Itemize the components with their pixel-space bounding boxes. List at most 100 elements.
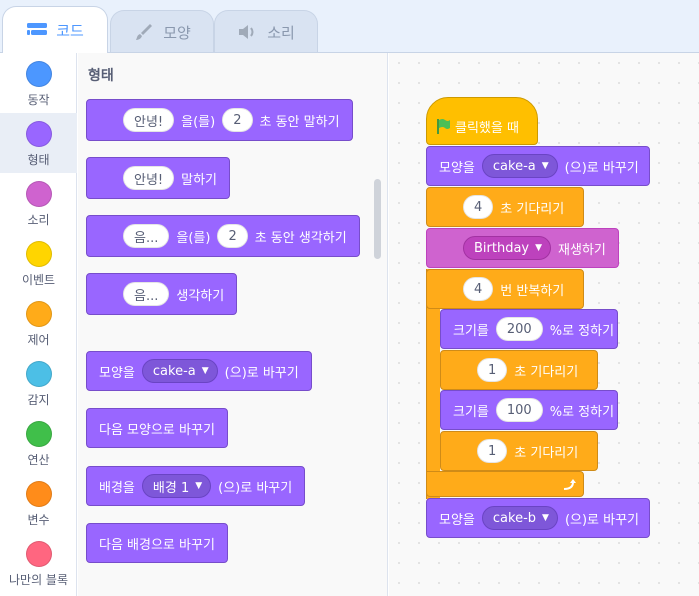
sound-dropdown-value: Birthday <box>474 240 530 256</box>
block-text: 초 기다리기 <box>514 364 579 380</box>
think-message-input[interactable]: 음... <box>123 282 170 306</box>
category-sensing[interactable]: 감지 <box>0 353 77 413</box>
think-for-secs-block[interactable]: 음... 을(를) 2 초 동안 생각하기 <box>86 215 360 257</box>
category-sound[interactable]: 소리 <box>0 173 77 233</box>
say-message-input[interactable]: 안녕! <box>123 166 175 190</box>
costume-dropdown-value: cake-b <box>492 510 537 526</box>
block-text: (으)로 바꾸기 <box>564 512 640 528</box>
switch-backdrop-block[interactable]: 배경을 배경 1 ▼ (으)로 바꾸기 <box>86 466 306 506</box>
block-text: 을(를) <box>176 230 211 246</box>
sound-dropdown[interactable]: Birthday ▼ <box>463 236 552 260</box>
block-text: 초 동안 생각하기 <box>254 230 347 246</box>
palette-scrollbar[interactable] <box>374 179 381 259</box>
category-operators[interactable]: 연산 <box>0 413 77 473</box>
wait-block[interactable]: 1 초 기다리기 <box>440 431 598 471</box>
category-label: 이벤트 <box>21 273 56 287</box>
category-dot <box>25 61 52 87</box>
category-dot <box>25 181 52 207</box>
costume-dropdown[interactable]: cake-a ▼ <box>141 359 218 383</box>
wait-block[interactable]: 4 초 기다리기 <box>426 187 584 227</box>
category-label: 제어 <box>27 333 50 347</box>
category-dot <box>25 421 52 447</box>
tab-code-label: 코드 <box>56 21 84 40</box>
block-text: (으)로 바꾸기 <box>224 365 299 381</box>
set-size-block[interactable]: 크기를 200 %로 정하기 <box>440 309 618 349</box>
loop-arrow-icon <box>563 479 576 490</box>
size-input[interactable]: 100 <box>495 398 543 422</box>
block-text: 초 동안 말하기 <box>259 114 340 130</box>
tab-costumes-label: 모양 <box>163 23 191 42</box>
block-text: 번 반복하기 <box>500 283 565 299</box>
block-text: 재생하기 <box>558 242 606 258</box>
think-block[interactable]: 음... 생각하기 <box>86 273 238 315</box>
category-motion[interactable]: 동작 <box>0 53 77 113</box>
costume-dropdown-value: cake-a <box>152 363 196 379</box>
costume-dropdown[interactable]: cake-a ▼ <box>481 154 558 178</box>
say-message-input[interactable]: 안녕! <box>123 108 175 132</box>
category-dot <box>25 481 52 507</box>
tab-sounds[interactable]: 소리 <box>214 10 318 53</box>
start-sound-block[interactable]: Birthday ▼ 재생하기 <box>426 228 619 268</box>
chevron-down-icon: ▼ <box>541 161 549 171</box>
category-dot <box>25 301 52 327</box>
switch-costume-block[interactable]: 모양을 cake-b ▼ (으)로 바꾸기 <box>426 498 650 538</box>
category-label: 형태 <box>27 153 50 167</box>
category-dot <box>25 361 52 387</box>
block-text: (으)로 바꾸기 <box>218 480 293 496</box>
script-area[interactable]: 클릭했을 때 모양을 cake-a ▼ (으)로 바꾸기 4 초 기다리기 Bir… <box>389 53 699 596</box>
wait-seconds-input[interactable]: 4 <box>463 195 494 219</box>
category-label: 감지 <box>27 393 50 407</box>
palette-section-title: 형태 <box>88 68 114 84</box>
chevron-down-icon: ▼ <box>542 513 549 523</box>
next-costume-block[interactable]: 다음 모양으로 바꾸기 <box>86 408 228 448</box>
block-text: 배경을 <box>99 480 135 496</box>
think-seconds-input[interactable]: 2 <box>217 224 248 248</box>
category-label: 동작 <box>27 93 50 107</box>
chevron-down-icon: ▼ <box>195 481 203 491</box>
speaker-icon <box>237 23 259 41</box>
category-events[interactable]: 이벤트 <box>0 233 77 293</box>
block-text: %로 정하기 <box>549 404 615 420</box>
block-text: 모양을 <box>439 160 475 176</box>
brush-icon <box>133 23 155 41</box>
wait-seconds-input[interactable]: 1 <box>477 358 508 382</box>
block-text: (으)로 바꾸기 <box>564 160 639 176</box>
switch-costume-block[interactable]: 모양을 cake-a ▼ (으)로 바꾸기 <box>426 146 650 186</box>
block-text: 초 기다리기 <box>500 201 565 217</box>
repeat-count-input[interactable]: 4 <box>463 277 494 301</box>
tab-sounds-label: 소리 <box>267 23 295 42</box>
wait-block[interactable]: 1 초 기다리기 <box>440 350 598 390</box>
editor-tabs: 코드 모양 소리 <box>0 0 699 53</box>
next-backdrop-block[interactable]: 다음 배경으로 바꾸기 <box>86 523 228 563</box>
editor-main: 동작 형태 소리 이벤트 제어 감지 연산 변수 나만의 블록 형태 안녕! 을… <box>0 52 699 596</box>
category-control[interactable]: 제어 <box>0 293 77 353</box>
tab-code[interactable]: 코드 <box>2 6 108 53</box>
code-icon <box>26 21 48 39</box>
category-dot <box>25 241 52 267</box>
category-variables[interactable]: 변수 <box>0 473 77 533</box>
wait-seconds-input[interactable]: 1 <box>477 439 508 463</box>
costume-dropdown[interactable]: cake-b ▼ <box>481 506 558 530</box>
say-block[interactable]: 안녕! 말하기 <box>86 157 231 199</box>
set-size-block[interactable]: 크기를 100 %로 정하기 <box>440 390 618 430</box>
category-dot <box>25 121 52 147</box>
category-looks[interactable]: 형태 <box>0 113 77 173</box>
when-flag-clicked-block[interactable]: 클릭했을 때 <box>426 97 538 145</box>
say-for-secs-block[interactable]: 안녕! 을(를) 2 초 동안 말하기 <box>86 99 353 141</box>
think-message-input[interactable]: 음... <box>123 224 170 248</box>
block-text: 모양을 <box>439 512 475 528</box>
category-label: 소리 <box>27 213 50 227</box>
switch-costume-block[interactable]: 모양을 cake-a ▼ (으)로 바꾸기 <box>86 351 312 391</box>
backdrop-dropdown[interactable]: 배경 1 ▼ <box>141 474 212 498</box>
say-seconds-input[interactable]: 2 <box>222 108 253 132</box>
category-my-blocks[interactable]: 나만의 블록 <box>0 533 77 593</box>
chevron-down-icon: ▼ <box>201 366 209 376</box>
repeat-block[interactable]: 4 번 반복하기 <box>426 269 584 309</box>
category-label: 나만의 블록 <box>8 573 68 587</box>
block-text: 말하기 <box>181 172 218 188</box>
costume-dropdown-value: cake-a <box>492 158 536 174</box>
tab-costumes[interactable]: 모양 <box>110 10 214 53</box>
category-dot <box>25 541 52 567</box>
size-input[interactable]: 200 <box>495 317 543 341</box>
category-label: 연산 <box>27 453 50 467</box>
